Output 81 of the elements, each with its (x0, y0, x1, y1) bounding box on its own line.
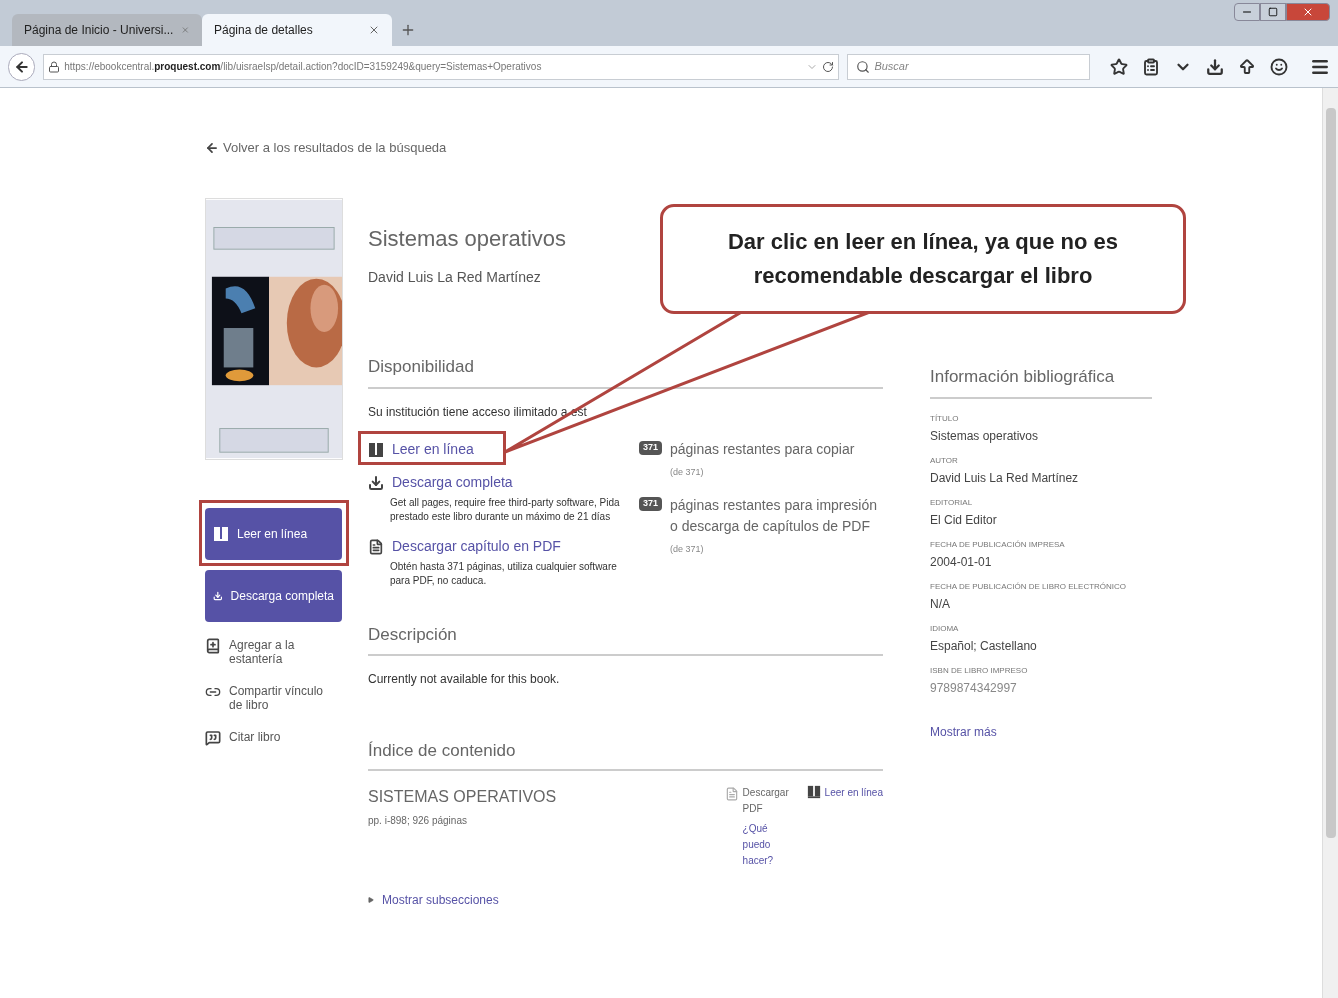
field-value: 2004-01-01 (930, 554, 993, 571)
field-label: FECHA DE PUBLICACIÓN IMPRESA (930, 539, 1066, 551)
search-icon (856, 59, 871, 74)
book-author: David Luis La Red Martínez (368, 267, 541, 287)
browser-tab[interactable]: Página de detalles (202, 14, 392, 46)
section-heading: Disponibilidad (368, 353, 883, 389)
availability-link[interactable]: Descargar capítulo en PDF (368, 536, 561, 557)
field-value: El Cid Editor (930, 512, 998, 529)
book-icon (213, 525, 229, 542)
reload-icon[interactable] (822, 60, 835, 73)
quote-icon (205, 729, 221, 746)
document-icon (724, 787, 739, 801)
quota-text: páginas restantes para impresión o descarga de capítulos de PDF (670, 497, 877, 534)
book-icon (806, 785, 821, 799)
side-action-button[interactable]: Descarga completa (205, 569, 342, 622)
option-description: Get all pages, require free third-party software, Pida prestado este libro durante un máximo de 21 días (390, 496, 621, 524)
section-heading: Índice de contenido (368, 737, 883, 771)
close-icon (1302, 6, 1314, 18)
back-link-text: Volver a los resultados de la búsqueda (223, 139, 447, 157)
download-icon[interactable] (1206, 57, 1224, 76)
quota-text: páginas restantes para copiar (670, 441, 855, 457)
field-label: AUTOR (930, 455, 959, 467)
download-pdf-link[interactable]: Descargar PDF (742, 785, 795, 817)
download-icon (368, 474, 384, 491)
book-icon (368, 441, 384, 458)
field-value: N/A (930, 596, 951, 613)
field-label: FECHA DE PUBLICACIÓN DE LIBRO ELECTRÓNICO (930, 581, 1128, 593)
back-link[interactable]: Volver a los resultados de la búsqueda (205, 138, 447, 158)
close-icon[interactable] (368, 24, 380, 36)
field-label: IDIOMA (930, 623, 960, 635)
search-field[interactable]: Buscar (847, 53, 1090, 80)
chapter-title[interactable]: SISTEMAS OPERATIVOS (368, 785, 725, 809)
show-more-link[interactable]: Mostrar más (930, 723, 997, 741)
bookmark-star-icon[interactable] (1110, 57, 1128, 76)
section-heading: Descripción (368, 622, 883, 656)
book-plus-icon (205, 637, 221, 654)
count-badge: 371 (638, 441, 662, 455)
minimize-button[interactable] (1234, 3, 1260, 21)
option-description: Obtén hasta 371 páginas, utiliza cualquier software para PDF, no caduca. (390, 560, 618, 588)
search-input[interactable]: Buscar (874, 58, 1081, 75)
new-tab-icon[interactable] (400, 22, 416, 38)
chapter-pages: pp. i-898; 926 páginas (368, 814, 468, 828)
availability-link[interactable]: Leer en línea (368, 439, 474, 460)
side-link[interactable]: Agregar a la estantería (205, 637, 335, 666)
browser-tab[interactable]: Página de Inicio - Universi... (12, 14, 202, 46)
side-action-button[interactable]: Leer en línea (205, 507, 342, 560)
field-value: David Luis La Red Martínez (930, 470, 1080, 487)
address-bar[interactable]: https://ebookcentral.proquest.com/lib/uisraelsp/detail.action?docID=3159249&query=Sistemas+Operativos (43, 53, 840, 80)
read-online-link[interactable]: Leer en línea (806, 785, 883, 800)
side-link[interactable]: Citar libro (205, 729, 335, 746)
quota-total: (de 371) (670, 466, 704, 479)
maximize-icon (1268, 7, 1278, 17)
tab-title: Página de Inicio - Universi... (24, 22, 174, 39)
field-value: Sistemas operativos (930, 428, 1040, 445)
description-text: Currently not available for this book. (368, 670, 561, 688)
home-icon[interactable] (1238, 57, 1256, 76)
field-label: TÍTULO (930, 413, 960, 425)
clipboard-icon[interactable] (1142, 57, 1160, 76)
callout-bubble: Dar clic en leer en línea, ya que no es recomendable descargar el libro (660, 204, 1186, 314)
book-title: Sistemas operativos (368, 224, 567, 253)
field-label: ISBN DE LIBRO IMPRESO (930, 665, 1029, 677)
lock-icon (48, 60, 61, 73)
count-badge: 371 (638, 497, 662, 511)
maximize-button[interactable] (1260, 3, 1286, 21)
scrollbar-thumb[interactable] (1325, 108, 1336, 838)
side-link[interactable]: Compartir vínculo de libro (205, 683, 335, 712)
field-label: EDITORIAL (930, 497, 974, 509)
quota-total: (de 371) (670, 543, 704, 556)
section-heading: Información bibliográfica (930, 363, 1152, 399)
document-icon (368, 538, 384, 555)
tab-title: Página de detalles (214, 22, 314, 39)
expand-triangle-icon (368, 897, 374, 903)
field-value: 9789874342997 (930, 680, 1018, 697)
help-link[interactable]: ¿Qué puedo hacer? (742, 821, 795, 869)
field-value: Español; Castellano (930, 638, 1038, 655)
smile-icon[interactable] (1270, 57, 1288, 76)
back-button[interactable] (8, 52, 36, 81)
url-text: https://ebookcentral.proquest.com/lib/uisraelsp/detail.action?docID=3159249&query=Sistemas+Operativos (64, 60, 543, 74)
close-window-button[interactable] (1286, 3, 1330, 21)
show-subsections-link[interactable]: Mostrar subsecciones (368, 891, 499, 909)
availability-link[interactable]: Descarga completa (368, 472, 513, 493)
